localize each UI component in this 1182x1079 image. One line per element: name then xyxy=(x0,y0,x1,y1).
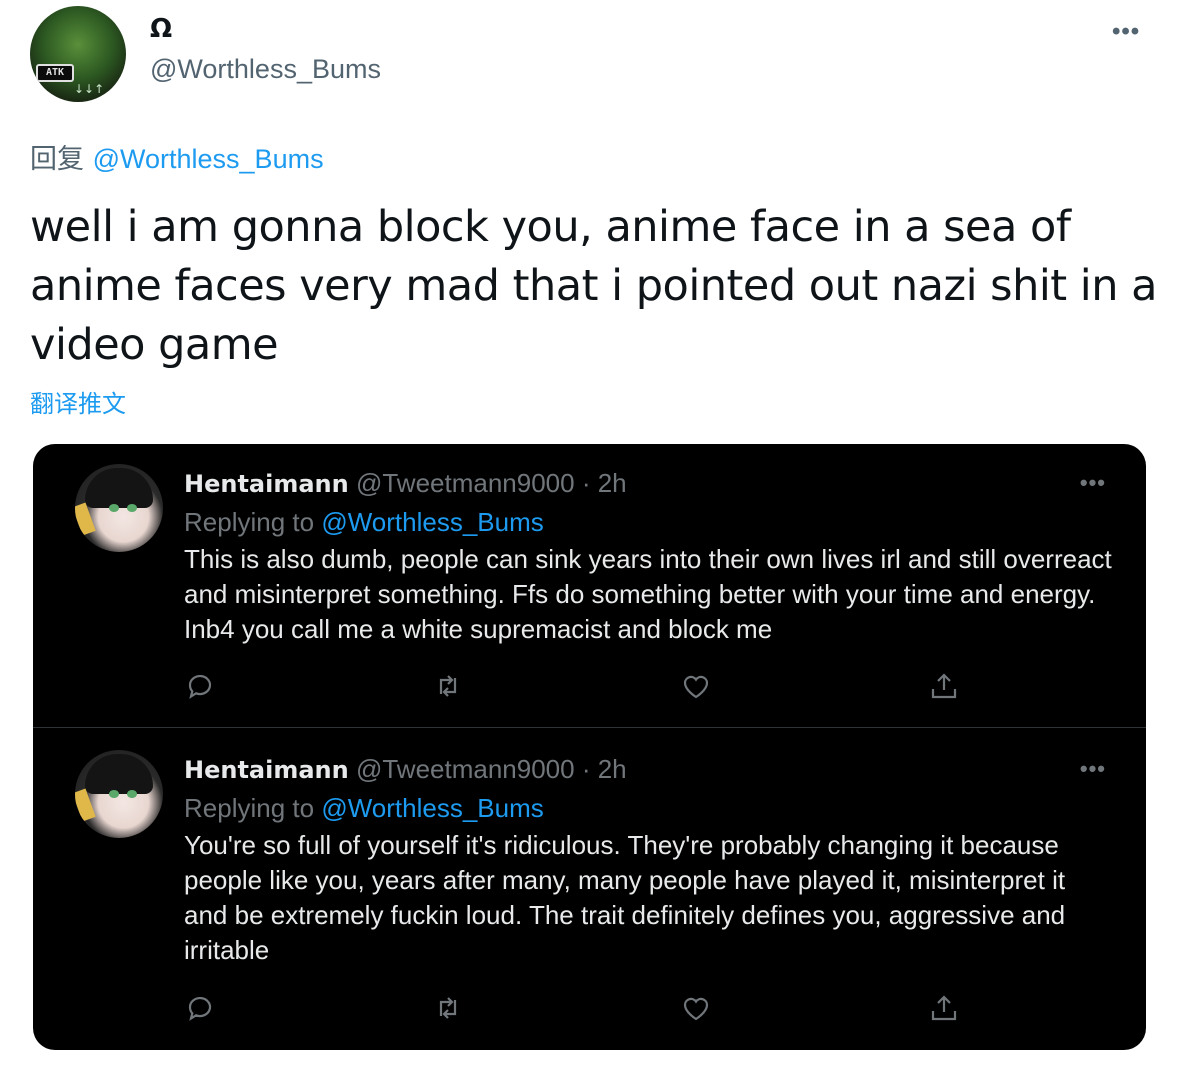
retweet-icon[interactable] xyxy=(432,992,466,1026)
share-icon[interactable] xyxy=(928,992,962,1026)
replying-to-line: 回复 @Worthless_Bums xyxy=(30,137,324,176)
share-icon[interactable] xyxy=(928,670,962,704)
retweet-icon[interactable] xyxy=(432,670,466,704)
more-options-icon[interactable]: ••• xyxy=(1112,18,1140,46)
replying-mention[interactable]: @Worthless_Bums xyxy=(321,507,543,537)
like-icon[interactable] xyxy=(680,992,714,1026)
reply-author-meta: @Tweetmann9000 · 2h xyxy=(355,468,627,498)
reply-replying-to: Replying to @Worthless_Bums xyxy=(184,507,544,538)
author-display-name[interactable]: Ω xyxy=(150,14,172,44)
embedded-screenshot: Hentaimann @Tweetmann9000 · 2h ••• Reply… xyxy=(33,444,1146,1050)
author-avatar[interactable]: ATK ↓↓↑ xyxy=(30,6,126,102)
reply-more-icon[interactable]: ••• xyxy=(1080,756,1106,782)
reply-actions xyxy=(184,670,984,704)
reply-body: This is also dumb, people can sink years… xyxy=(184,544,1112,644)
reply-more-icon[interactable]: ••• xyxy=(1080,470,1106,496)
reply-avatar[interactable] xyxy=(75,464,163,552)
quoted-reply: Hentaimann @Tweetmann9000 · 2h ••• Reply… xyxy=(33,444,1146,728)
reply-body: You're so full of yourself it's ridiculo… xyxy=(184,830,1066,965)
reply-header: Hentaimann @Tweetmann9000 · 2h xyxy=(184,754,627,785)
reply-actions xyxy=(184,992,984,1026)
reply-author-name[interactable]: Hentaimann xyxy=(184,470,349,498)
avatar-arrows: ↓↓↑ xyxy=(74,82,105,96)
replying-prefix: Replying to xyxy=(184,507,315,537)
tweet-text: well i am gonna block you, anime face in… xyxy=(30,202,1158,370)
reply-header: Hentaimann @Tweetmann9000 · 2h xyxy=(184,468,627,499)
reply-avatar[interactable] xyxy=(75,750,163,838)
replying-prefix: Replying to xyxy=(184,793,315,823)
reply-icon[interactable] xyxy=(184,670,218,704)
reply-replying-to: Replying to @Worthless_Bums xyxy=(184,793,544,824)
like-icon[interactable] xyxy=(680,670,714,704)
translate-tweet-link[interactable]: 翻译推文 xyxy=(30,384,126,419)
replying-to-mention[interactable]: @Worthless_Bums xyxy=(93,144,324,174)
quoted-reply: Hentaimann @Tweetmann9000 · 2h ••• Reply… xyxy=(33,728,1146,1050)
reply-author-meta: @Tweetmann9000 · 2h xyxy=(355,754,627,784)
avatar-badge: ATK xyxy=(36,64,74,82)
replying-to-prefix: 回复 xyxy=(30,144,84,175)
reply-author-name[interactable]: Hentaimann xyxy=(184,756,349,784)
replying-mention[interactable]: @Worthless_Bums xyxy=(321,793,543,823)
reply-icon[interactable] xyxy=(184,992,218,1026)
author-handle[interactable]: @Worthless_Bums xyxy=(150,54,381,85)
